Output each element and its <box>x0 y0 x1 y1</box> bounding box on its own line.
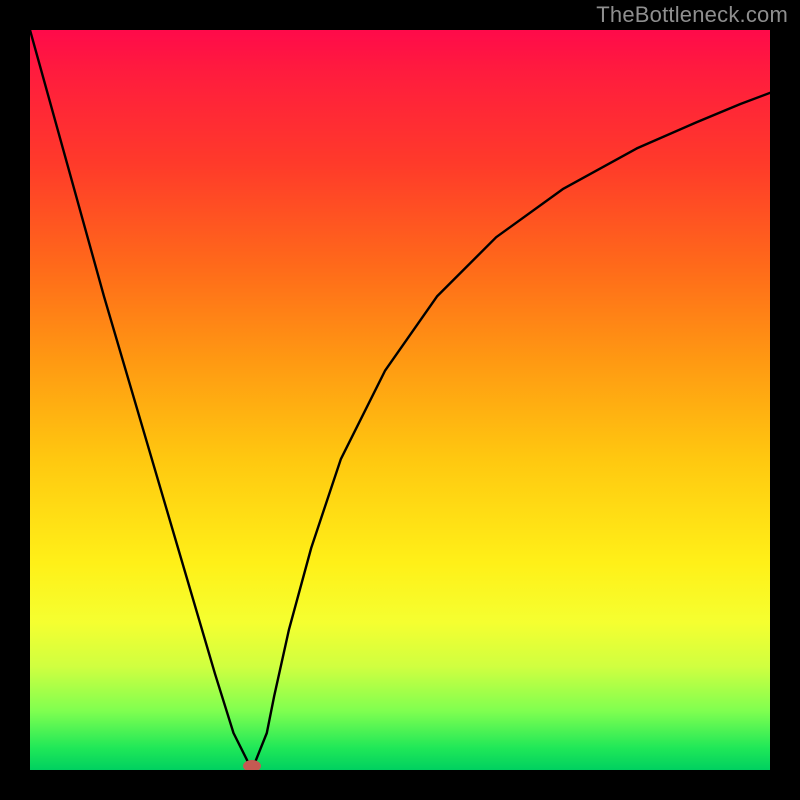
bottleneck-curve <box>30 30 770 770</box>
plot-area <box>30 30 770 770</box>
curve-svg <box>30 30 770 770</box>
watermark-label: TheBottleneck.com <box>596 2 788 28</box>
bottleneck-minimum-marker <box>243 760 261 770</box>
chart-frame: TheBottleneck.com <box>0 0 800 800</box>
